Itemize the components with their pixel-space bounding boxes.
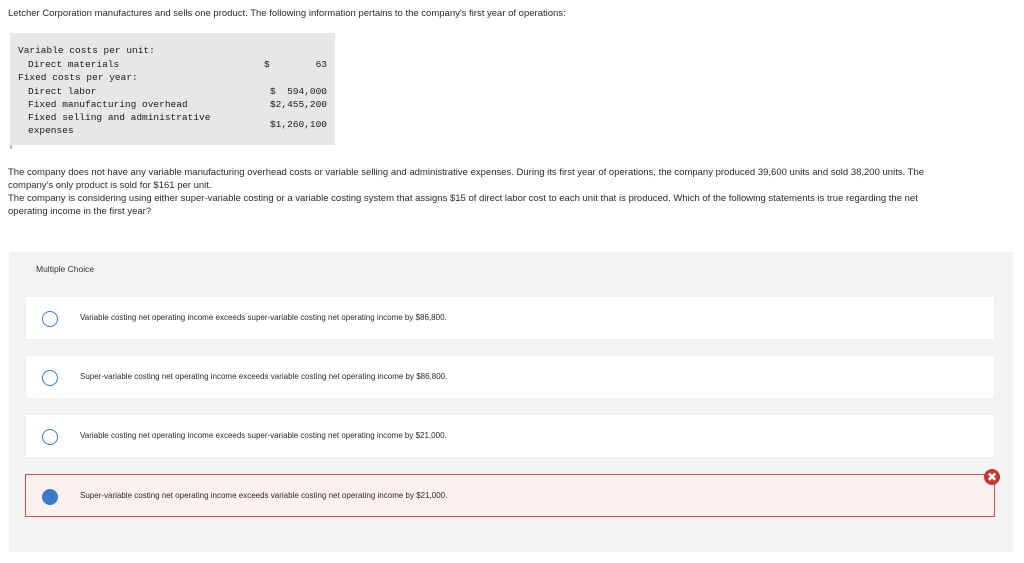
radio-button[interactable] [42, 311, 58, 327]
answer-option-2[interactable]: Super-variable costing net operating inc… [25, 355, 995, 399]
radio-button[interactable] [42, 370, 58, 386]
row-label: Direct labor [28, 86, 97, 97]
row-value: $2,455,200 [269, 99, 327, 110]
option-text: Super-variable costing net operating inc… [80, 372, 448, 381]
row-label: Fixed costs per year: [18, 72, 138, 83]
cost-data-table: Variable costs per unit: Direct material… [10, 33, 335, 145]
row-label: Fixed selling and administrative [28, 112, 211, 123]
option-text: Super-variable costing net operating inc… [80, 491, 448, 500]
table-row: Fixed costs per year: [10, 71, 335, 84]
answer-option-1[interactable]: Variable costing net operating income ex… [25, 296, 995, 340]
radio-button-selected[interactable] [42, 489, 58, 505]
paragraph-line: company's only product is sold for $161 … [8, 179, 212, 191]
question-paragraph-1: The company does not have any variable m… [8, 167, 1018, 192]
table-row: expenses [10, 124, 335, 137]
table-row: Fixed manufacturing overhead $2,455,200 [10, 98, 335, 111]
question-intro: Letcher Corporation manufactures and sel… [8, 8, 566, 19]
paragraph-line: The company is considering using either … [8, 193, 918, 204]
table-row: Direct materials $ 63 [10, 58, 335, 71]
row-label: expenses [28, 125, 74, 136]
paragraph-line: operating income in the first year? [8, 205, 152, 217]
paragraph-line: The company does not have any variable m… [8, 167, 925, 178]
answer-option-4[interactable]: Super-variable costing net operating inc… [25, 469, 1000, 517]
table-row: Fixed selling and administrative $1,260,… [10, 111, 335, 130]
multiple-choice-label: Multiple Choice [36, 264, 95, 274]
row-value: $ 594,000 [269, 86, 327, 97]
table-row: Variable costs per unit: [10, 44, 335, 57]
row-label: Variable costs per unit: [18, 45, 155, 56]
option-text: Variable costing net operating income ex… [80, 313, 447, 322]
question-paragraph-2: The company is considering using either … [8, 193, 1018, 218]
table-divider [10, 145, 12, 149]
row-label: Fixed manufacturing overhead [28, 99, 188, 110]
incorrect-icon: ✖ [984, 469, 1000, 485]
radio-button[interactable] [42, 429, 58, 445]
row-label: Direct materials [28, 59, 120, 70]
answer-option-3[interactable]: Variable costing net operating income ex… [25, 414, 995, 458]
currency-symbol: $ [264, 59, 270, 70]
multiple-choice-panel: Multiple Choice Variable costing net ope… [9, 252, 1013, 552]
option-text: Variable costing net operating income ex… [80, 431, 447, 440]
row-value: 63 [315, 59, 327, 70]
table-row: Direct labor $ 594,000 [10, 85, 335, 98]
